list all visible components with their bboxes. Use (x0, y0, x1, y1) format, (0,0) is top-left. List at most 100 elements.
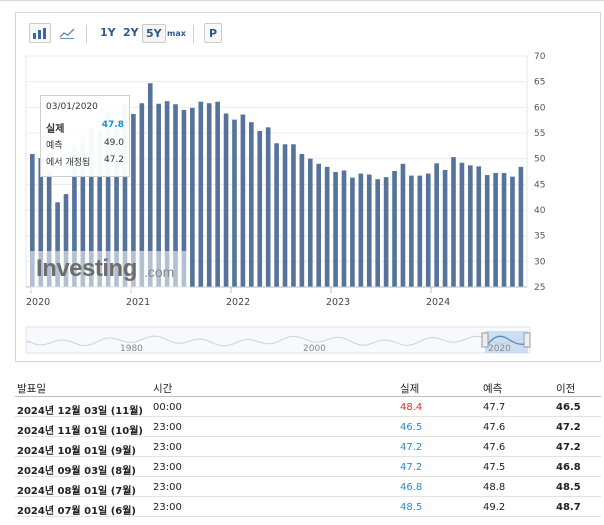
header-time: 시간 (153, 383, 173, 395)
table-row: 2024년 09월 03일 (8월) 23:00 47.2 47.5 46.8 (15, 457, 601, 477)
chart-bar (274, 143, 279, 287)
row-date: 2024년 12월 03일 (11월) (17, 406, 143, 417)
tooltip-revised-value: 47.2 (103, 155, 124, 165)
row-time: 23:00 (153, 422, 182, 433)
chart-bar (400, 163, 406, 287)
header-previous: 이전 (556, 383, 576, 395)
table-row: 2024년 11월 01일 (10월) 23:00 46.5 47.6 47.2 (15, 417, 601, 437)
chart-bar (299, 154, 305, 287)
y-tick-label: 50 (534, 155, 546, 165)
chart-bar (265, 127, 271, 287)
row-time: 23:00 (153, 442, 182, 453)
chart-bar (501, 173, 507, 287)
navigator-label: 1980 (120, 344, 143, 354)
row-previous: 46.5 (556, 402, 581, 413)
chart-bar (510, 176, 515, 287)
chart-bar (307, 158, 313, 287)
row-previous: 48.7 (556, 502, 581, 513)
tooltip-date: 03/01/2020 (46, 102, 98, 112)
watermark: Investing .com (30, 251, 190, 291)
chart-bar (425, 173, 431, 287)
chart-bar (484, 175, 490, 287)
watermark-suffix: .com (144, 264, 175, 280)
row-time: 23:00 (153, 462, 182, 473)
chart-bar (316, 163, 322, 287)
chart-bar (358, 173, 364, 287)
table-row: 2024년 10월 01일 (9월) 23:00 47.2 47.6 47.2 (15, 437, 601, 457)
row-time: 00:00 (153, 402, 182, 413)
table-header: 발표일 시간 실제 예측 이전 (15, 376, 601, 397)
chart-bar (223, 113, 229, 287)
row-date: 2024년 10월 01일 (9월) (17, 446, 137, 457)
row-forecast: 47.7 (483, 402, 506, 413)
row-forecast: 47.5 (483, 462, 506, 473)
y-tick-label: 65 (534, 78, 545, 88)
chart-bar (257, 130, 263, 287)
chart-panel: 1Y 2Y 5Y max P 70 65 60 55 50 45 40 35 30 25 2020 2… (15, 12, 601, 362)
row-date: 2024년 11월 01일 (10월) (17, 426, 143, 437)
table-body: 2024년 12월 03일 (11월) 00:00 48.4 47.7 46.5 2024… (15, 397, 601, 517)
row-forecast: 47.6 (483, 422, 506, 433)
chart-bar (190, 107, 195, 287)
y-tick-label: 25 (534, 283, 545, 293)
row-previous: 46.8 (556, 462, 581, 473)
chart-bar (291, 144, 296, 287)
row-actual: 47.2 (400, 462, 423, 473)
chart-bar (366, 174, 372, 287)
y-tick-label: 45 (534, 180, 545, 190)
tooltip-revised-label: 에서 개정됨 (46, 158, 91, 168)
chart-bar (232, 119, 237, 287)
chart-bar (206, 103, 212, 287)
row-date: 2024년 07월 01일 (6월) (17, 506, 137, 517)
chart-bar (459, 162, 465, 287)
x-tick-label: 2022 (226, 297, 250, 308)
chart-bar (375, 179, 381, 287)
row-date: 2024년 08월 01일 (7월) (17, 486, 137, 497)
bar-chart: 70 65 60 55 50 45 40 35 30 25 2020 2021 2022 2023 2024… (25, 52, 546, 354)
chart-bar (333, 172, 338, 287)
row-actual: 48.4 (400, 402, 423, 413)
x-tick-label: 2021 (126, 297, 150, 308)
row-forecast: 48.8 (483, 482, 506, 493)
tooltip-actual-value: 47.8 (101, 120, 124, 130)
tooltip-actual-label: 실제 (46, 124, 65, 135)
chart-bar (468, 165, 473, 287)
chart-bar (350, 177, 355, 287)
data-tooltip: 03/01/2020 실제 47.8 예측 49.0 에서 개정됨 47.2 (40, 95, 130, 177)
x-tick-label: 2023 (326, 297, 350, 308)
row-actual: 47.2 (400, 442, 423, 453)
chart-bar (392, 170, 397, 287)
y-tick-label: 30 (534, 257, 546, 267)
y-tick-label: 40 (534, 206, 546, 216)
tooltip-forecast-value: 49.0 (103, 138, 124, 148)
row-forecast: 49.2 (483, 502, 506, 513)
chart-bar (518, 166, 524, 287)
chart-bar (442, 169, 448, 287)
chart-bar (198, 101, 204, 287)
chart-bar (240, 114, 246, 288)
navigator-label: 2020 (488, 344, 511, 354)
top-divider (0, 0, 604, 1)
chart-bar (249, 122, 254, 287)
row-previous: 48.5 (556, 482, 581, 493)
chart-bar (434, 163, 439, 287)
chart-bar (451, 157, 456, 287)
watermark-brand: Investing (36, 255, 137, 282)
y-tick-label: 55 (534, 129, 545, 139)
table-row: 2024년 07월 01일 (6월) 23:00 48.5 49.2 48.7 (15, 497, 601, 517)
row-time: 23:00 (153, 482, 182, 493)
chart-bar (324, 166, 330, 287)
row-forecast: 47.6 (483, 442, 506, 453)
row-date: 2024년 09월 03일 (8월) (17, 466, 137, 477)
chart-bar (409, 175, 414, 287)
navigator-handle-right (523, 332, 531, 348)
header-actual: 실제 (400, 383, 420, 395)
row-actual: 46.8 (400, 482, 423, 493)
tooltip-forecast-label: 예측 (46, 141, 63, 151)
chart-bar (341, 170, 347, 287)
chart-bar (383, 177, 389, 287)
chart-bar (476, 166, 482, 287)
header-forecast: 예측 (483, 383, 503, 395)
row-time: 23:00 (153, 502, 182, 513)
chart-bar (417, 175, 423, 287)
